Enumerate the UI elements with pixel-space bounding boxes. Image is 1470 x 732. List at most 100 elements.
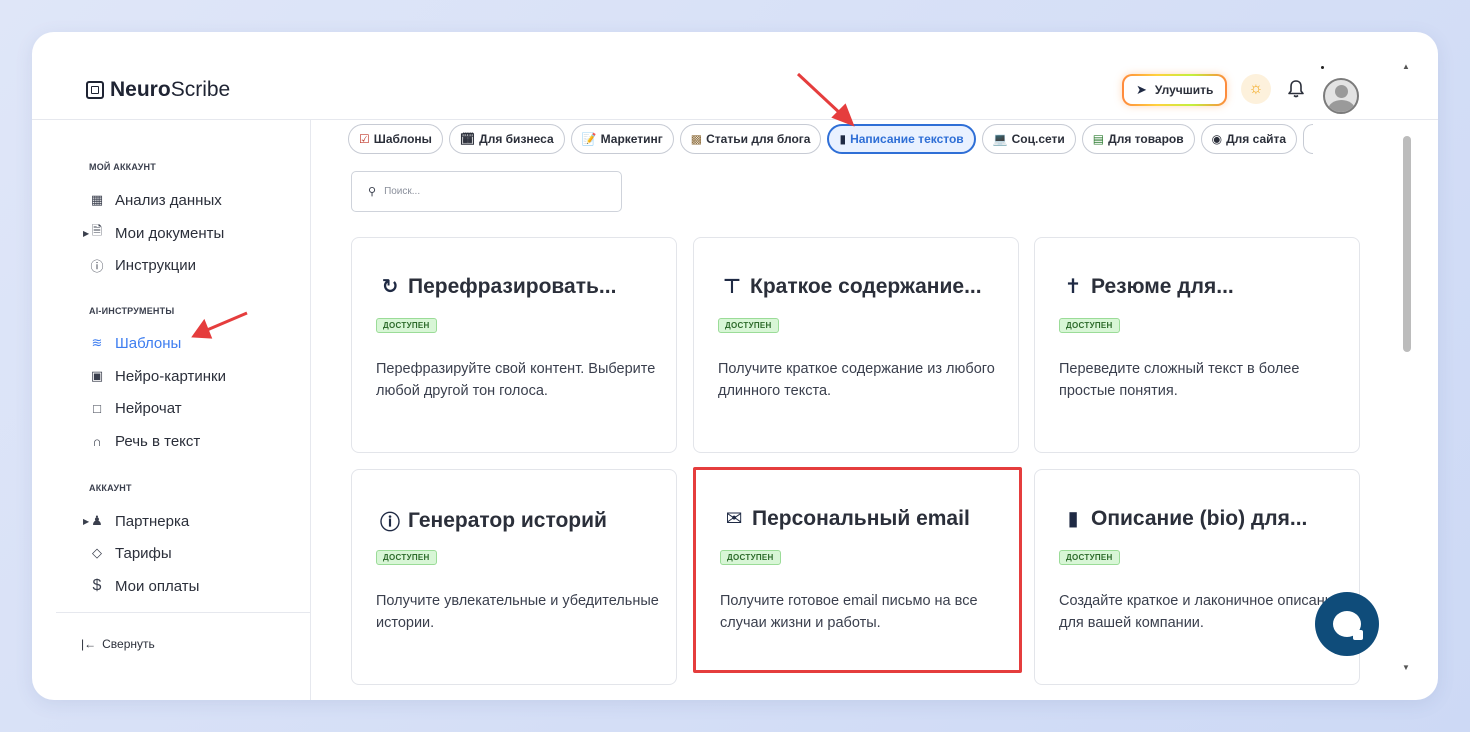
scroll-thumb[interactable] <box>1403 136 1411 352</box>
sidebar-item-label: Шаблоны <box>115 334 182 352</box>
status-badge: ДОСТУПЕН <box>718 318 779 333</box>
tab-business[interactable]: 🗓 Для бизнеса <box>448 124 565 154</box>
laptop-icon: 💻 <box>992 132 1008 146</box>
upgrade-label: Улучшить <box>1154 83 1214 97</box>
sidebar-item-instructions[interactable]: ⓘ Инструкции <box>89 252 196 278</box>
sidebar-item-label: Анализ данных <box>115 191 222 209</box>
sidebar-item-data-analysis[interactable]: ▦ Анализ данных <box>89 187 222 213</box>
tab-label: Для сайта <box>1226 132 1287 146</box>
template-card-personal-email[interactable]: ✉ Персональный email ДОСТУПЕН Получите г… <box>693 467 1022 673</box>
tab-label: Статьи для блога <box>706 132 811 146</box>
tab-label: Написание текстов <box>850 132 964 146</box>
chat-bubble-icon <box>1333 611 1363 640</box>
avatar[interactable] <box>1323 78 1359 114</box>
chat-icon: □ <box>93 400 101 416</box>
tab-overflow-partial[interactable] <box>1303 124 1314 154</box>
sidebar-item-neurochat[interactable]: □ Нейрочат <box>89 395 182 421</box>
envelope-icon: ✉ <box>725 508 743 530</box>
sidebar-item-label: Речь в текст <box>115 432 201 450</box>
scroll-down-icon[interactable]: ▼ <box>1402 663 1410 672</box>
card-title-text: Описание (bio) для... <box>1091 506 1308 530</box>
template-card-summary[interactable]: ⊤ Краткое содержание... ДОСТУПЕН Получит… <box>693 237 1019 453</box>
card-title: ✝ Резюме для... <box>1059 274 1234 299</box>
sidebar-item-partner[interactable]: ▶ ♟ Партнерка <box>83 508 190 534</box>
collapse-button[interactable]: |← Свернуть <box>81 637 155 651</box>
notification-dot <box>1321 66 1324 69</box>
sidebar-item-templates[interactable]: ≋ Шаблоны <box>89 330 182 356</box>
city-icon: ▩ <box>690 132 703 146</box>
notifications-button[interactable] <box>1284 76 1308 102</box>
card-title-text: Генератор историй <box>408 508 607 532</box>
checkbox-icon: ☑ <box>359 132 370 146</box>
app-window: Neuro Scribe ➤ Улучшить ☼ МОЙ АККАУНТ ▦ А… <box>32 32 1438 700</box>
sidebar-item-speech-to-text[interactable]: ∩ Речь в текст <box>89 428 200 454</box>
avatar-head <box>1335 85 1348 98</box>
card-description: Перефразируйте свой контент. Выберите лю… <box>376 361 656 399</box>
headphones-icon: ∩ <box>92 433 102 449</box>
phone-icon: ▮ <box>839 132 847 146</box>
card-title: ↻ Перефразировать... <box>376 274 617 299</box>
tab-social[interactable]: 💻 Соц.сети <box>981 124 1076 154</box>
status-badge: ДОСТУПЕН <box>720 550 781 565</box>
status-badge: ДОСТУПЕН <box>1059 550 1120 565</box>
sidebar-item-label: Инструкции <box>115 256 197 274</box>
file-icon: ▮ <box>1067 508 1079 530</box>
sidebar-item-my-payments[interactable]: $ Мои оплаты <box>89 573 200 599</box>
sidebar-item-tariffs[interactable]: ◇ Тарифы <box>89 540 172 566</box>
users-icon: ♟ <box>91 513 103 528</box>
scrollbar[interactable]: ▲ ▼ <box>1400 62 1414 672</box>
sidebar-item-my-documents[interactable]: ▶ 🗎 Мои документы <box>83 220 224 246</box>
card-description: Получите увлекательные и убедительные ис… <box>376 593 659 631</box>
brand-name-bold: Neuro <box>110 78 171 101</box>
memo-icon: 📝 <box>581 132 597 146</box>
sidebar-item-label: Мои оплаты <box>115 577 200 595</box>
card-title-text: Краткое содержание... <box>750 274 982 298</box>
tab-products[interactable]: ▤ Для товаров <box>1081 124 1195 154</box>
sidebar-footer: |← Свернуть <box>56 612 310 700</box>
tab-marketing[interactable]: 📝 Маркетинг <box>570 124 674 154</box>
sidebar: МОЙ АККАУНТ ▦ Анализ данных ▶ 🗎 Мои доку… <box>56 120 311 700</box>
sidebar-section-ai-tools: AI-ИНСТРУМЕНТЫ <box>89 306 175 316</box>
logo-icon <box>86 81 104 99</box>
card-description: Создайте краткое и лаконичное описание д… <box>1059 593 1341 631</box>
sidebar-item-label: Нейрочат <box>115 399 182 417</box>
sidebar-item-label: Партнерка <box>115 512 190 530</box>
card-title: ⓘ Генератор историй <box>376 506 607 535</box>
status-badge: ДОСТУПЕН <box>376 318 437 333</box>
tab-templates[interactable]: ☑ Шаблоны <box>348 124 443 154</box>
tab-website[interactable]: ◉ Для сайта <box>1200 124 1298 154</box>
collapse-label: Свернуть <box>102 637 155 651</box>
tab-writing-texts[interactable]: ▮ Написание текстов <box>827 124 976 154</box>
person-icon: ✝ <box>1064 276 1082 298</box>
bell-icon <box>1288 80 1304 98</box>
tab-label: Соц.сети <box>1011 132 1065 146</box>
brand-name-regular: Scribe <box>170 78 231 101</box>
caret-right-icon: ▶ <box>83 516 90 526</box>
template-card-bio[interactable]: ▮ Описание (bio) для... ДОСТУПЕН Создайт… <box>1034 469 1360 685</box>
robot-icon: ◉ <box>1211 132 1223 146</box>
search-input[interactable]: ⚲ Поиск... <box>351 171 622 212</box>
sidebar-section-account: АККАУНТ <box>89 483 132 493</box>
tab-label: Для бизнеса <box>479 132 554 146</box>
tab-label: Для товаров <box>1108 132 1184 146</box>
sidebar-item-neuro-images[interactable]: ▣ Нейро-картинки <box>89 363 226 389</box>
theme-toggle-button[interactable]: ☼ <box>1241 74 1271 104</box>
template-card-resume[interactable]: ✝ Резюме для... ДОСТУПЕН Переведите слож… <box>1034 237 1360 453</box>
card-title: ▮ Описание (bio) для... <box>1059 506 1307 531</box>
search-icon: ⚲ <box>368 186 377 198</box>
tab-blog-articles[interactable]: ▩ Статьи для блога <box>679 124 822 154</box>
card-description: Переведите сложный текст в более простые… <box>1059 361 1300 399</box>
card-description: Получите краткое содержание из любого дл… <box>718 361 995 399</box>
status-badge: ДОСТУПЕН <box>376 550 437 565</box>
ledger-icon: ▤ <box>1092 132 1105 146</box>
category-tabs: ☑ Шаблоны 🗓 Для бизнеса 📝 Маркетинг ▩ Ст… <box>348 124 1314 156</box>
chat-support-button[interactable] <box>1315 592 1379 656</box>
tab-label: Шаблоны <box>373 132 432 146</box>
template-card-story-generator[interactable]: ⓘ Генератор историй ДОСТУПЕН Получите ув… <box>351 469 677 685</box>
layers-icon: ≋ <box>91 335 103 350</box>
scroll-up-icon[interactable]: ▲ <box>1402 62 1410 71</box>
upgrade-button[interactable]: ➤ Улучшить <box>1122 74 1227 106</box>
template-card-paraphrase[interactable]: ↻ Перефразировать... ДОСТУПЕН Перефразир… <box>351 237 677 453</box>
sidebar-item-label: Нейро-картинки <box>115 367 226 385</box>
brand-logo[interactable]: Neuro Scribe <box>86 78 230 102</box>
